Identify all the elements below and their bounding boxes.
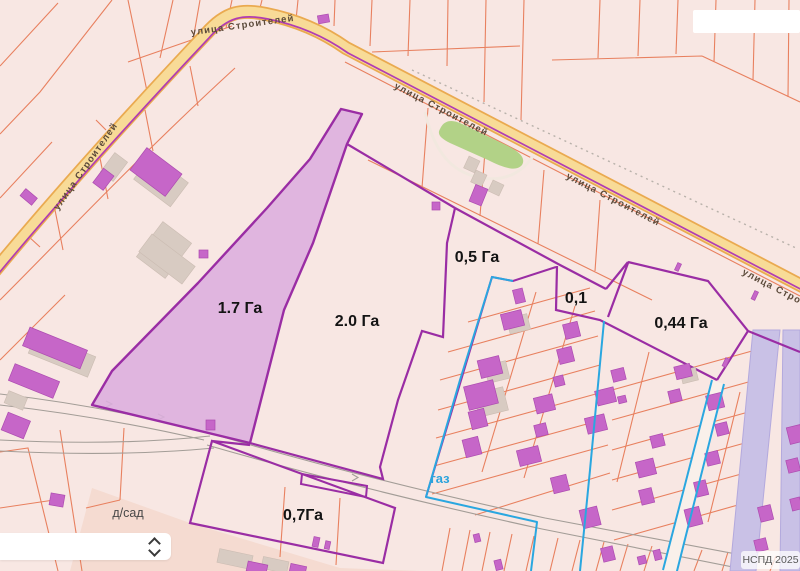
map-viewport[interactable]: улица Строителей улица Строителей улица …	[0, 0, 800, 571]
building	[714, 421, 730, 437]
building	[556, 345, 576, 365]
parcel-area-label: 1.7 Га	[218, 300, 263, 317]
building	[636, 554, 648, 566]
building	[552, 374, 566, 388]
kindergarten-label: д/сад	[112, 506, 144, 520]
map-attribution: НСПД 2025	[741, 551, 800, 569]
panel-toggle-button[interactable]	[148, 536, 161, 557]
parcel-area-label: 0,44 Га	[654, 315, 707, 332]
building	[533, 422, 549, 438]
building	[205, 419, 216, 431]
parcel-area-label: 2.0 Га	[335, 313, 380, 330]
building	[431, 201, 441, 211]
building	[610, 367, 627, 383]
building	[198, 249, 209, 259]
building	[48, 492, 66, 508]
building	[649, 433, 666, 449]
building	[562, 320, 582, 340]
gas-label: газ	[430, 471, 450, 486]
building	[667, 388, 683, 404]
blank-panel	[693, 10, 800, 33]
building	[549, 473, 571, 495]
collapsed-panel	[0, 533, 171, 560]
building	[316, 13, 331, 25]
lavender-road-2	[779, 329, 800, 571]
attribution-text: НСПД 2025	[742, 554, 799, 566]
parcel-area-label: 0,1	[565, 290, 587, 307]
building	[616, 394, 628, 405]
parcel-area-label: 0,7Га	[283, 507, 323, 524]
parcel-area-label: 0,5 Га	[455, 249, 500, 266]
map-canvas[interactable]: улица Строителей улица Строителей улица …	[0, 0, 800, 571]
